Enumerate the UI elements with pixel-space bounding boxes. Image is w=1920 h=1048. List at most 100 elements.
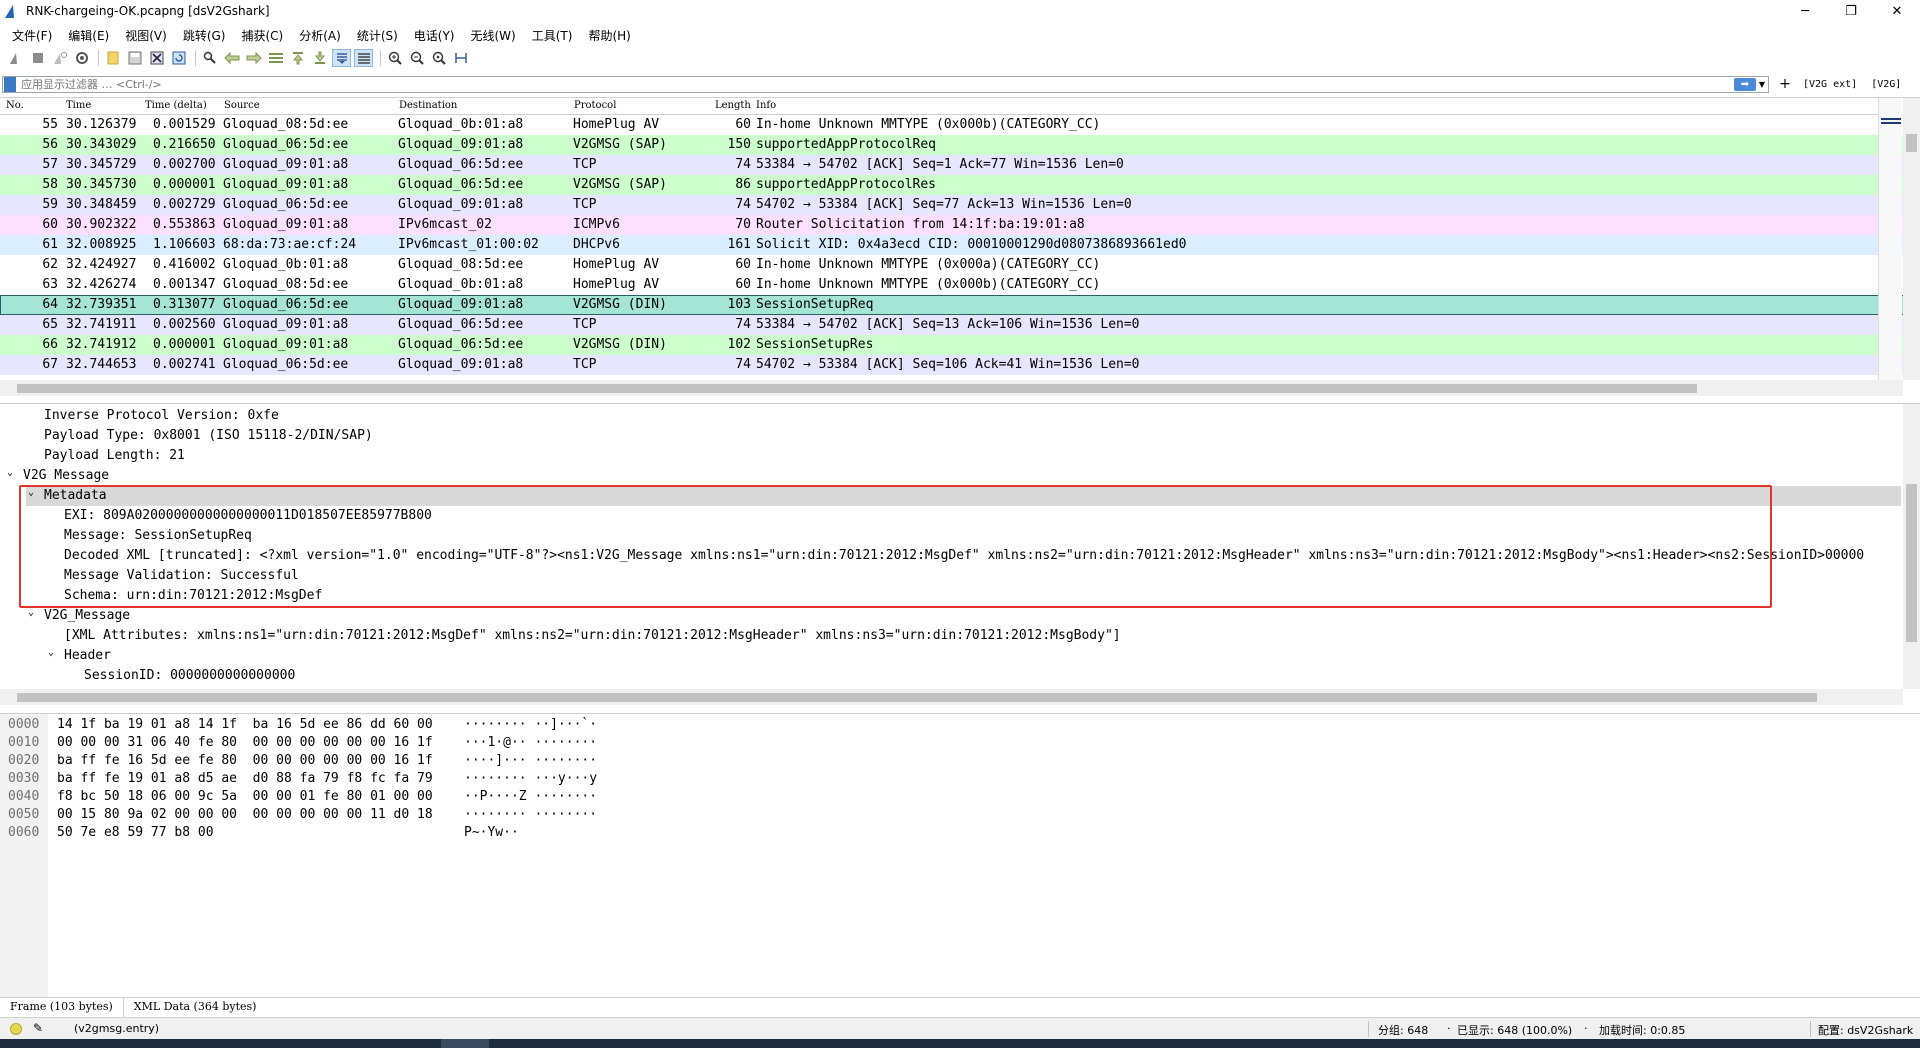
cell-no: 56 bbox=[42, 137, 58, 152]
maximize-button[interactable]: ❐ bbox=[1828, 0, 1874, 22]
stop-icon[interactable] bbox=[28, 49, 47, 67]
autoscroll-icon[interactable] bbox=[332, 49, 351, 67]
tab-xml-data[interactable]: XML Data (364 bytes) bbox=[124, 998, 267, 1017]
ascii-bytes: P~·Yw·· bbox=[464, 825, 519, 840]
cell-delta: 0.002560 bbox=[153, 317, 216, 332]
shark-start-icon[interactable] bbox=[6, 49, 25, 67]
table-row[interactable]: 67 32.744653 0.002741 Gloquad_06:5d:ee Gloqu… bbox=[0, 355, 1920, 375]
menu-item[interactable]: 帮助(H) bbox=[580, 27, 638, 44]
menu-item[interactable]: 文件(F) bbox=[4, 27, 60, 44]
table-row[interactable]: 63 32.426274 0.001347 Gloquad_08:5d:ee Gloqu… bbox=[0, 275, 1920, 295]
cell-proto: DHCPv6 bbox=[573, 237, 620, 252]
table-row[interactable]: 61 32.008925 1.106603 68:da:73:ae:cf:24 IPv6… bbox=[0, 235, 1920, 255]
go-to-packet-icon[interactable] bbox=[266, 49, 285, 67]
reload-icon[interactable] bbox=[169, 49, 188, 67]
zoom-normal-icon[interactable] bbox=[429, 49, 448, 67]
close-file-icon[interactable] bbox=[147, 49, 166, 67]
add-filter-button[interactable]: + bbox=[1777, 76, 1793, 92]
column-header-length[interactable]: Length bbox=[715, 100, 751, 111]
menu-item[interactable]: 统计(S) bbox=[349, 27, 406, 44]
details-horizontal-scrollbar[interactable] bbox=[0, 689, 1903, 705]
display-filter-input[interactable] bbox=[16, 76, 1768, 92]
bookmark-icon[interactable] bbox=[4, 76, 16, 92]
colorize-icon[interactable] bbox=[354, 49, 373, 67]
menu-item[interactable]: 无线(W) bbox=[463, 27, 524, 44]
table-row[interactable]: 65 32.741911 0.002560 Gloquad_09:01:a8 Gloqu… bbox=[0, 315, 1920, 335]
cell-proto: ICMPv6 bbox=[573, 217, 620, 232]
table-row[interactable]: 55 30.126379 0.001529 Gloquad_08:5d:ee Gloqu… bbox=[0, 115, 1920, 135]
table-row-selected[interactable]: 64 32.739351 0.313077 Gloquad_06:5d:ee Gloqu… bbox=[0, 295, 1920, 315]
options-gear-icon[interactable] bbox=[72, 49, 91, 67]
menu-item[interactable]: 工具(T) bbox=[524, 27, 581, 44]
table-row[interactable]: 57 30.345729 0.002700 Gloquad_09:01:a8 Gloqu… bbox=[0, 155, 1920, 175]
go-back-icon[interactable] bbox=[222, 49, 241, 67]
zoom-in-icon[interactable] bbox=[385, 49, 404, 67]
cell-no: 61 bbox=[42, 237, 58, 252]
menu-item[interactable]: 跳转(G) bbox=[175, 27, 234, 44]
status-profile[interactable]: 配置: dsV2Gshark bbox=[1818, 1022, 1913, 1038]
expert-info-led-icon[interactable] bbox=[10, 1023, 22, 1035]
table-row[interactable]: 60 30.902322 0.553863 Gloquad_09:01:a8 IPv6m… bbox=[0, 215, 1920, 235]
details-vertical-scrollbar[interactable] bbox=[1903, 404, 1920, 689]
column-header-info[interactable]: Info bbox=[756, 100, 776, 111]
cell-len: 60 bbox=[735, 277, 751, 292]
byte-offset: 0000 bbox=[8, 717, 40, 732]
expand-chevron-icon[interactable]: ⌄ bbox=[7, 463, 13, 483]
cell-src: Gloquad_09:01:a8 bbox=[223, 317, 349, 332]
byte-offset: 0050 bbox=[8, 807, 40, 822]
column-header-protocol[interactable]: Protocol bbox=[574, 100, 616, 111]
cell-len: 74 bbox=[735, 157, 751, 172]
status-separator bbox=[1810, 1021, 1811, 1037]
minimize-button[interactable]: ─ bbox=[1782, 0, 1828, 22]
ascii-bytes: ········ ···y···y bbox=[464, 771, 598, 786]
table-row[interactable]: 56 30.343029 0.216650 Gloquad_06:5d:ee Gloqu… bbox=[0, 135, 1920, 155]
save-file-icon[interactable] bbox=[125, 49, 144, 67]
go-last-icon[interactable] bbox=[310, 49, 329, 67]
column-header-no[interactable]: No. bbox=[6, 100, 24, 111]
packet-list-horizontal-scrollbar[interactable] bbox=[0, 380, 1903, 396]
hex-bytes: 50 7e e8 59 77 b8 00 bbox=[57, 825, 214, 840]
cell-time: 32.744653 bbox=[66, 357, 137, 372]
capture-comment-pencil-icon[interactable]: ✎ bbox=[33, 1021, 43, 1035]
expand-chevron-icon[interactable]: ⌄ bbox=[28, 603, 34, 623]
table-row[interactable]: 62 32.424927 0.416002 Gloquad_0b:01:a8 Gloqu… bbox=[0, 255, 1920, 275]
resize-columns-icon[interactable] bbox=[451, 49, 470, 67]
filter-dropdown-chevron-icon[interactable]: ▼ bbox=[1757, 78, 1767, 91]
find-icon[interactable] bbox=[200, 49, 219, 67]
menu-item[interactable]: 视图(V) bbox=[117, 27, 175, 44]
table-row[interactable]: 58 30.345730 0.000001 Gloquad_09:01:a8 Gloqu… bbox=[0, 175, 1920, 195]
display-filter-box: ➡ ▼ bbox=[2, 75, 1769, 93]
menu-item[interactable]: 捕获(C) bbox=[233, 27, 291, 44]
status-dot: · bbox=[1584, 1022, 1588, 1035]
table-row[interactable]: 59 30.348459 0.002729 Gloquad_06:5d:ee Gloqu… bbox=[0, 195, 1920, 215]
restart-icon[interactable] bbox=[50, 49, 69, 67]
cell-len: 60 bbox=[735, 257, 751, 272]
go-forward-icon[interactable] bbox=[244, 49, 263, 67]
packet-list-vertical-scrollbar[interactable] bbox=[1903, 98, 1920, 380]
packet-minimap[interactable] bbox=[1878, 98, 1902, 380]
column-header-time[interactable]: Time bbox=[66, 100, 91, 111]
filter-button-v2g-ext[interactable]: [V2G ext] bbox=[1799, 79, 1861, 90]
byte-offset: 0010 bbox=[8, 735, 40, 750]
expand-chevron-icon[interactable]: ⌄ bbox=[48, 643, 54, 663]
tree-item-label: EXI: 809A02000000000000000011D018507EE85… bbox=[64, 508, 432, 523]
zoom-out-icon[interactable] bbox=[407, 49, 426, 67]
main-toolbar bbox=[0, 47, 473, 69]
menu-item[interactable]: 编辑(E) bbox=[60, 27, 117, 44]
status-dot: · bbox=[1447, 1022, 1451, 1035]
filter-button-v2g[interactable]: [V2G] bbox=[1867, 79, 1905, 90]
table-row[interactable]: 66 32.741912 0.000001 Gloquad_09:01:a8 Gloqu… bbox=[0, 335, 1920, 355]
tab-frame-bytes[interactable]: Frame (103 bytes) bbox=[0, 998, 124, 1017]
expand-chevron-icon[interactable]: ⌄ bbox=[28, 483, 34, 503]
apply-filter-arrow-icon[interactable]: ➡ bbox=[1734, 77, 1756, 91]
go-first-icon[interactable] bbox=[288, 49, 307, 67]
close-button[interactable]: ✕ bbox=[1874, 0, 1920, 22]
tree-item[interactable]: ⌄ Metadata bbox=[26, 486, 1901, 506]
column-header-delta[interactable]: Time (delta) bbox=[145, 100, 207, 111]
menu-item[interactable]: 电话(Y) bbox=[406, 27, 463, 44]
cell-dst: Gloquad_06:5d:ee bbox=[398, 337, 524, 352]
column-header-source[interactable]: Source bbox=[224, 100, 260, 111]
column-header-destination[interactable]: Destination bbox=[399, 100, 457, 111]
menu-item[interactable]: 分析(A) bbox=[291, 27, 349, 44]
open-file-icon[interactable] bbox=[103, 49, 122, 67]
